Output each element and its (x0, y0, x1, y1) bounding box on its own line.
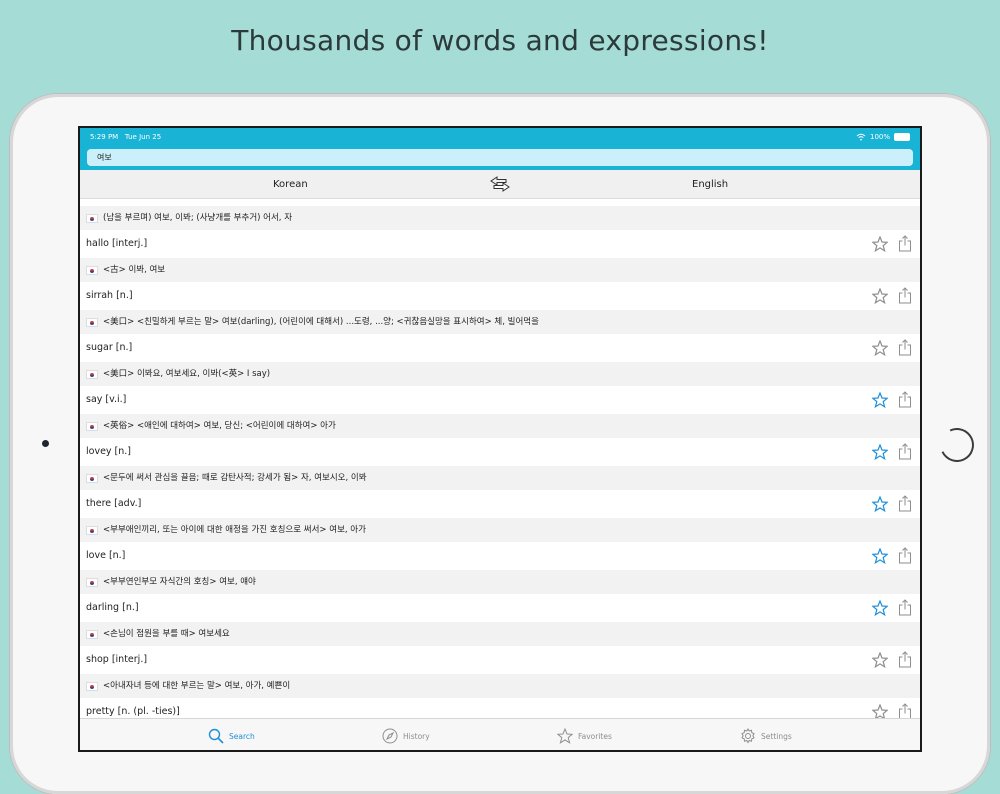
status-bar: 5:29 PM Tue Jun 25 100% (80, 128, 920, 146)
favorite-star-icon[interactable] (872, 600, 888, 616)
result-korean-row[interactable]: <古> 이봐, 여보 (80, 258, 920, 282)
result-korean-row[interactable]: <손님이 점원을 부를 때> 여보세요 (80, 622, 920, 646)
korean-definition: <손님이 점원을 부를 때> 여보세요 (103, 629, 230, 639)
wifi-icon (856, 133, 866, 141)
result-english-row[interactable]: sugar [n.] (80, 334, 920, 362)
target-language-button[interactable]: English (692, 179, 728, 190)
share-icon[interactable] (898, 599, 912, 616)
tab-favorites-label: Favorites (578, 731, 612, 741)
battery-percent: 100% (869, 133, 890, 141)
share-icon[interactable] (898, 339, 912, 356)
korea-flag-icon (86, 370, 98, 379)
korean-definition: <英俗> <애인에 대하여> 여보, 당신; <어린이에 대하여> 아가 (103, 421, 336, 431)
korean-definition: <古> 이봐, 여보 (103, 265, 166, 275)
korea-flag-icon (86, 474, 98, 483)
english-word: lovey [n.] (86, 446, 132, 457)
tab-search-label: Search (229, 731, 255, 741)
result-english-row[interactable]: shop [interj.] (80, 646, 920, 674)
headline: Thousands of words and expressions! (231, 24, 769, 57)
favorite-star-icon[interactable] (872, 236, 888, 252)
korean-definition: <아내자녀 등에 대한 부르는 말> 여보, 아가, 예쁜이 (103, 681, 291, 691)
share-icon[interactable] (898, 547, 912, 564)
korea-flag-icon (86, 578, 98, 587)
tab-history[interactable]: History (382, 726, 430, 746)
result-english-row[interactable]: sirrah [n.] (80, 282, 920, 310)
tab-settings[interactable]: Settings (740, 726, 792, 746)
share-icon[interactable] (898, 391, 912, 408)
korea-flag-icon (86, 422, 98, 431)
tab-history-label: History (403, 731, 430, 741)
result-korean-row[interactable]: <부부연인부모 자식간의 호칭> 여보, 얘야 (80, 570, 920, 594)
swap-languages-icon[interactable] (488, 175, 512, 193)
star-icon (557, 728, 573, 744)
korean-definition: <부부연인부모 자식간의 호칭> 여보, 얘야 (103, 577, 256, 587)
favorite-star-icon[interactable] (872, 340, 888, 356)
favorite-star-icon[interactable] (872, 496, 888, 512)
battery-icon (894, 133, 910, 141)
korea-flag-icon (86, 266, 98, 275)
result-korean-row[interactable]: (남을 부르며) 여보, 이봐; (사냥개를 부추거) 어서, 자 (80, 206, 920, 230)
english-word: say [v.i.] (86, 394, 127, 405)
english-word: hallo [interj.] (86, 238, 148, 249)
result-english-row[interactable]: love [n.] (80, 542, 920, 570)
tab-settings-label: Settings (761, 731, 792, 741)
share-icon[interactable] (898, 443, 912, 460)
english-word: darling [n.] (86, 602, 139, 613)
status-date: Tue Jun 25 (124, 133, 162, 141)
result-korean-row[interactable]: <아내자녀 등에 대한 부르는 말> 여보, 아가, 예쁜이 (80, 674, 920, 698)
favorite-star-icon[interactable] (872, 652, 888, 668)
share-icon[interactable] (898, 495, 912, 512)
search-input[interactable] (87, 149, 913, 166)
results-list: (남을 부르며) 여보, 이봐; (사냥개를 부추거) 어서, 자 hallo [… (80, 206, 920, 726)
korean-definition: <부부애인끼리, 또는 아이에 대한 애정을 가진 호칭으로 써서> 여보, 아… (103, 525, 366, 535)
korean-definition: <美口> 이봐요, 여보세요, 이봐(<英> I say) (103, 369, 271, 379)
result-english-row[interactable]: darling [n.] (80, 594, 920, 622)
english-word: sugar [n.] (86, 342, 133, 353)
tab-bar: Search History Favorites Settings (80, 718, 920, 750)
favorite-star-icon[interactable] (872, 288, 888, 304)
share-icon[interactable] (898, 651, 912, 668)
favorite-star-icon[interactable] (872, 548, 888, 564)
tab-favorites[interactable]: Favorites (557, 726, 612, 746)
result-english-row[interactable]: hallo [interj.] (80, 230, 920, 258)
korea-flag-icon (86, 630, 98, 639)
korea-flag-icon (86, 526, 98, 535)
result-english-row[interactable]: there [adv.] (80, 490, 920, 518)
korean-definition: <美口> <친밀하게 부르는 말> 여보(darling), (어린이에 대해서… (103, 317, 539, 327)
search-icon (208, 728, 224, 744)
korean-definition: (남을 부르며) 여보, 이봐; (사냥개를 부추거) 어서, 자 (103, 213, 293, 223)
result-english-row[interactable]: lovey [n.] (80, 438, 920, 466)
favorite-star-icon[interactable] (872, 392, 888, 408)
status-time: 5:29 PM (90, 133, 119, 141)
share-icon[interactable] (898, 235, 912, 252)
korea-flag-icon (86, 318, 98, 327)
result-korean-row[interactable]: <문두에 써서 관심을 끌음; 때로 감탄사적; 강세가 됨> 자, 여보시오,… (80, 466, 920, 490)
compass-icon (382, 728, 398, 744)
camera-icon (42, 440, 49, 447)
language-bar: Korean English (80, 170, 920, 199)
app-screen: 5:29 PM Tue Jun 25 100% Korean English (… (80, 128, 920, 750)
source-language-button[interactable]: Korean (273, 179, 308, 190)
english-word: sirrah [n.] (86, 290, 133, 301)
share-icon[interactable] (898, 287, 912, 304)
result-korean-row[interactable]: <美口> 이봐요, 여보세요, 이봐(<英> I say) (80, 362, 920, 386)
gear-icon (741, 728, 755, 744)
result-korean-row[interactable]: <英俗> <애인에 대하여> 여보, 당신; <어린이에 대하여> 아가 (80, 414, 920, 438)
english-word: there [adv.] (86, 498, 142, 509)
english-word: love [n.] (86, 550, 126, 561)
english-word: shop [interj.] (86, 654, 148, 665)
tab-search[interactable]: Search (208, 726, 255, 746)
result-english-row[interactable]: say [v.i.] (80, 386, 920, 414)
favorite-star-icon[interactable] (872, 444, 888, 460)
top-bar: 5:29 PM Tue Jun 25 100% (80, 128, 920, 170)
korea-flag-icon (86, 682, 98, 691)
result-korean-row[interactable]: <美口> <친밀하게 부르는 말> 여보(darling), (어린이에 대해서… (80, 310, 920, 334)
korea-flag-icon (86, 214, 98, 223)
result-korean-row[interactable]: <부부애인끼리, 또는 아이에 대한 애정을 가진 호칭으로 써서> 여보, 아… (80, 518, 920, 542)
korean-definition: <문두에 써서 관심을 끌음; 때로 감탄사적; 강세가 됨> 자, 여보시오,… (103, 473, 367, 483)
